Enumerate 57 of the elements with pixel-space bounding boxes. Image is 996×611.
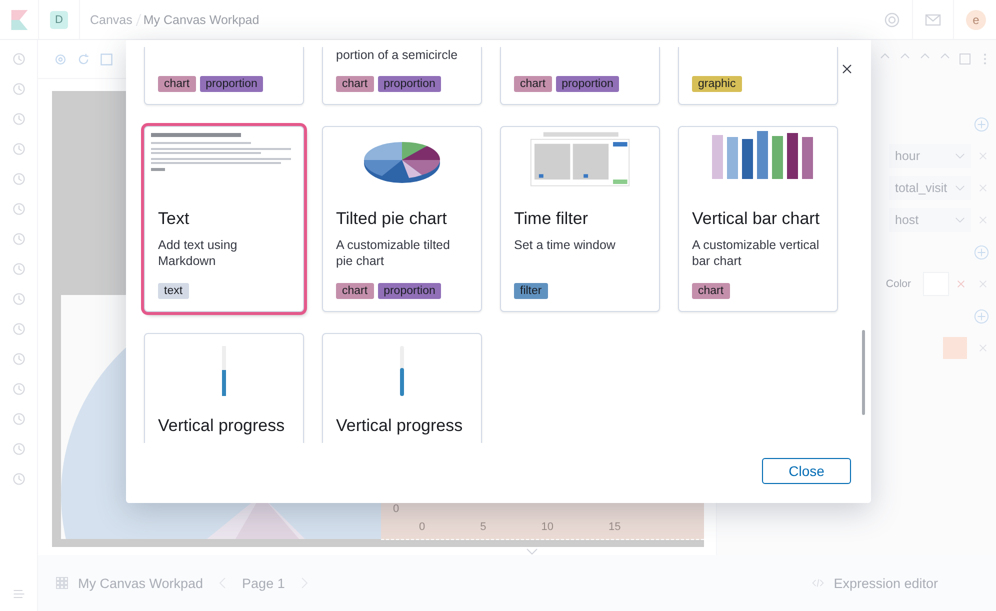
axis-label: 0 bbox=[419, 521, 426, 533]
element-card[interactable]: Tilted pie chart A customizable tilted pie chart chart proportion bbox=[322, 126, 482, 312]
add-icon[interactable] bbox=[974, 308, 989, 324]
element-card[interactable]: Vertical progress bbox=[144, 333, 304, 443]
tag-badge: chart bbox=[336, 76, 374, 92]
mail-icon[interactable] bbox=[925, 12, 941, 28]
card-description: A customizable vertical bar chart bbox=[692, 237, 820, 269]
element-card[interactable]: Vertical progress bbox=[322, 333, 482, 443]
tag-badge: chart bbox=[514, 76, 552, 92]
axis-label: 15 bbox=[608, 521, 621, 533]
tag-badge: text bbox=[158, 283, 189, 299]
code-icon[interactable] bbox=[812, 578, 824, 588]
save-icon[interactable] bbox=[959, 53, 971, 65]
element-card[interactable]: Time filter Set a time window filter bbox=[500, 126, 660, 312]
add-icon[interactable] bbox=[974, 116, 989, 132]
card-description: portion of a semicircle bbox=[336, 47, 459, 63]
axis-label: 0 bbox=[393, 503, 400, 515]
close-button[interactable]: Close bbox=[762, 458, 851, 484]
logo-icon[interactable] bbox=[11, 10, 28, 30]
tag-badge: chart bbox=[692, 283, 730, 299]
card-title: Vertical progress bbox=[158, 416, 286, 436]
tag-badge: proportion bbox=[200, 76, 264, 92]
card-description: Add text using Markdown bbox=[158, 237, 238, 269]
color-swatch[interactable] bbox=[943, 337, 967, 359]
element-card[interactable]: portion of a semicircle chart proportion bbox=[322, 47, 482, 105]
card-title: Tilted pie chart bbox=[336, 209, 448, 229]
tag-badge: proportion bbox=[556, 76, 620, 92]
help-icon[interactable] bbox=[884, 12, 900, 28]
color-label: Color bbox=[886, 278, 911, 290]
breadcrumb-current: My Canvas Workpad bbox=[143, 12, 260, 26]
axis-label: 10 bbox=[541, 521, 554, 533]
element-card[interactable]: Text Add text using Markdown text bbox=[144, 126, 304, 312]
scrollbar[interactable] bbox=[862, 330, 865, 415]
element-card[interactable]: Vertical bar chart A customizable vertical bar chart chart bbox=[678, 126, 838, 312]
refresh-icon[interactable] bbox=[77, 52, 90, 66]
element-card[interactable]: graphic bbox=[678, 47, 838, 105]
card-title: Text bbox=[158, 209, 190, 229]
card-title: Time filter bbox=[514, 209, 589, 229]
menu-icon[interactable] bbox=[12, 587, 26, 601]
close-icon[interactable] bbox=[842, 64, 852, 74]
tag-badge: proportion bbox=[378, 76, 442, 92]
element-card[interactable]: chart proportion bbox=[500, 47, 660, 105]
tag-badge: filter bbox=[514, 283, 548, 299]
card-title: Vertical bar chart bbox=[692, 209, 821, 229]
tag-badge: chart bbox=[158, 76, 196, 92]
grid-icon[interactable] bbox=[56, 577, 68, 589]
element-card[interactable]: chart proportion bbox=[144, 47, 304, 105]
tag-badge: proportion bbox=[378, 283, 442, 299]
card-title: Vertical progress bbox=[336, 416, 464, 436]
axis-label: 5 bbox=[480, 521, 486, 533]
card-description: A customizable tilted pie chart bbox=[336, 237, 451, 269]
tag-badge: graphic bbox=[692, 76, 742, 92]
clock-icon[interactable] bbox=[12, 52, 26, 66]
card-description: Set a time window bbox=[514, 237, 616, 253]
add-icon[interactable] bbox=[974, 244, 989, 260]
tag-badge: chart bbox=[336, 283, 374, 299]
fullscreen-icon[interactable] bbox=[100, 52, 113, 66]
